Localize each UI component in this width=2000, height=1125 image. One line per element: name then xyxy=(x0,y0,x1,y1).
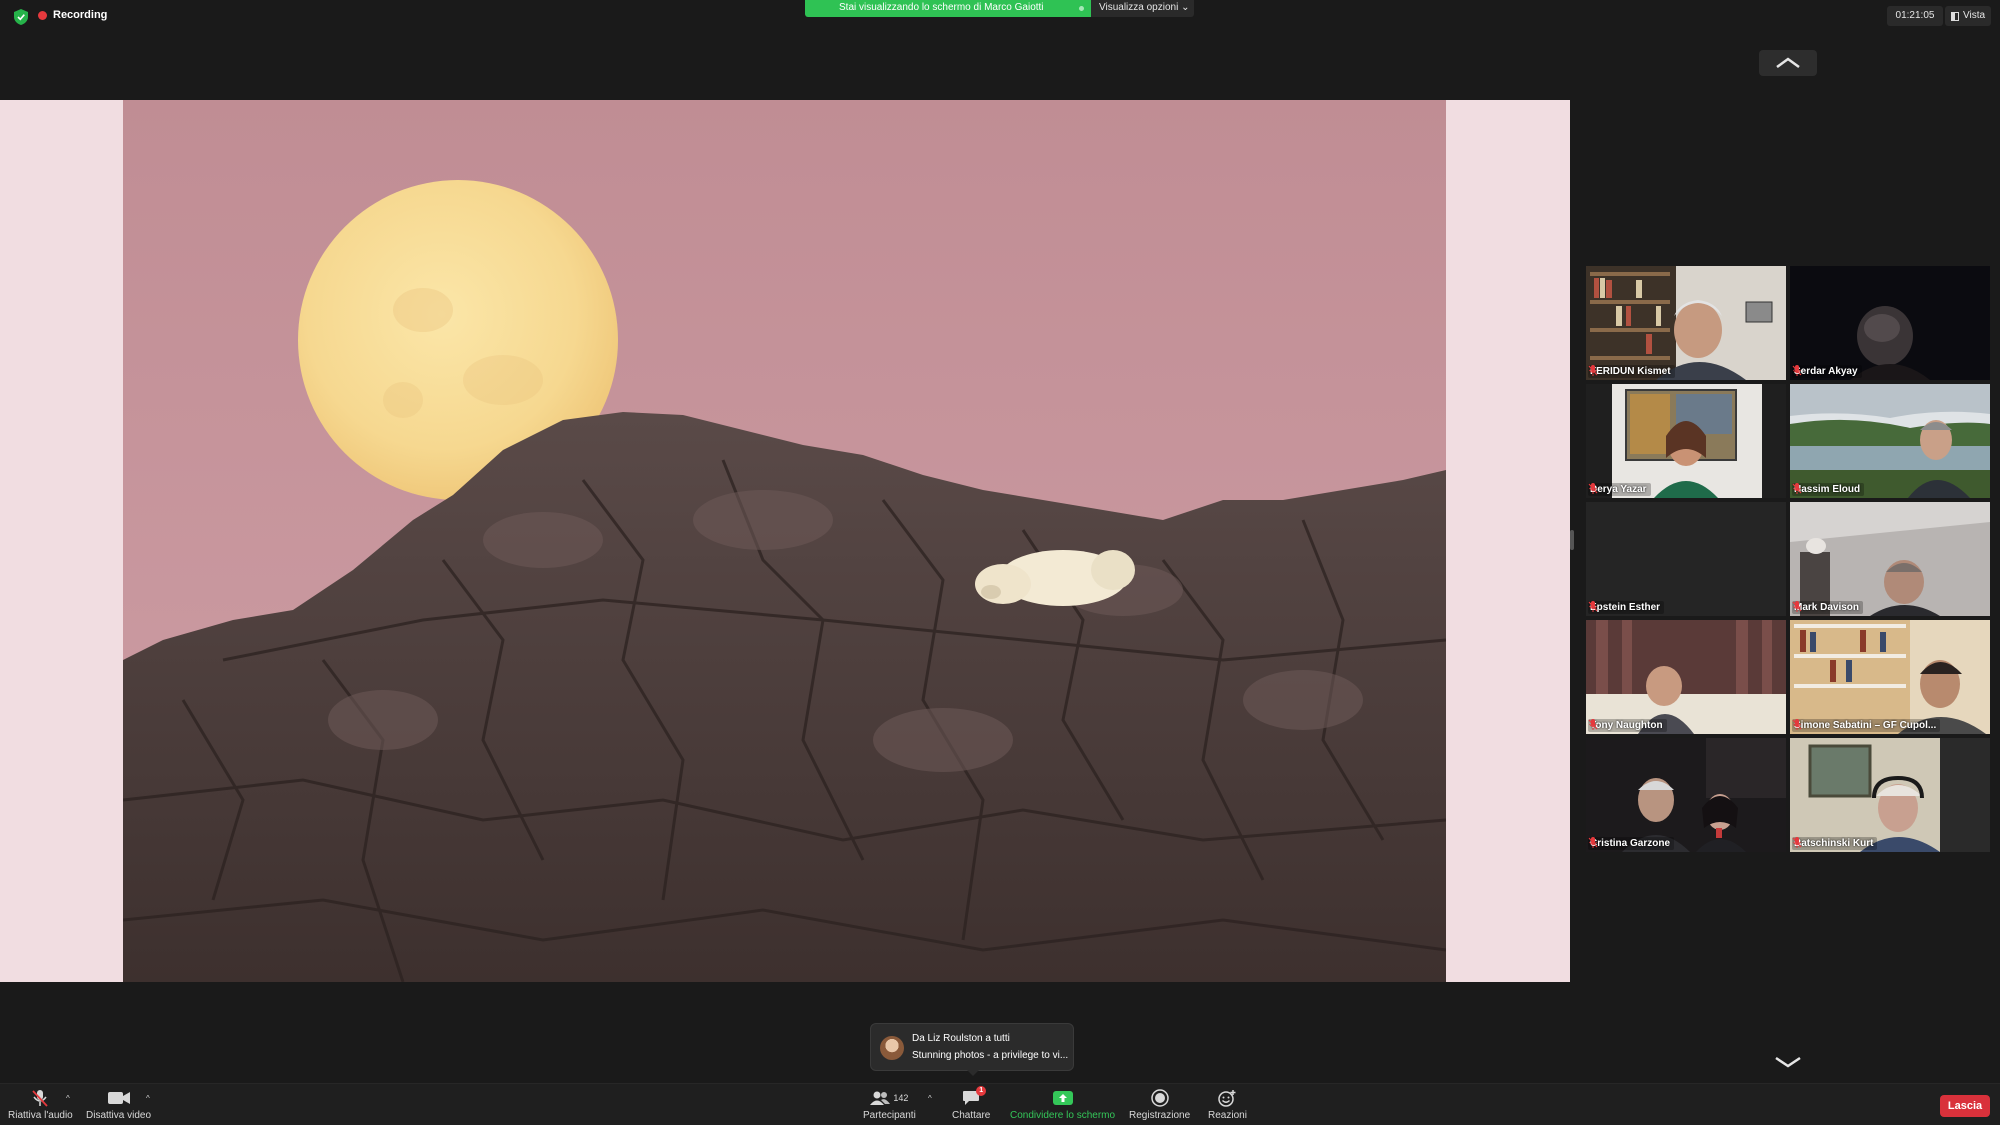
smiley-add-icon xyxy=(1218,1090,1236,1107)
mic-muted-icon xyxy=(1792,837,1802,848)
mic-muted-icon xyxy=(1792,719,1802,730)
video-feed xyxy=(1790,620,1990,734)
photo-illustration xyxy=(123,100,1446,982)
share-status-icon xyxy=(1077,4,1086,13)
video-options-caret-icon[interactable]: ^ xyxy=(146,1094,150,1103)
chevron-down-icon xyxy=(1775,1056,1801,1068)
gallery-page-up-button[interactable] xyxy=(1759,50,1817,76)
participant-name: Serdar Akyay xyxy=(1792,365,1862,378)
stop-video-label: Disattiva video xyxy=(86,1110,152,1121)
participant-tile[interactable]: Simone Sabatini – GF Cupol... xyxy=(1790,620,1990,734)
mic-muted-icon xyxy=(1588,365,1598,376)
panel-resize-handle[interactable] xyxy=(1570,530,1574,550)
participant-tile[interactable]: Cristina Garzone xyxy=(1586,738,1786,852)
record-button[interactable]: Registrazione xyxy=(1129,1089,1190,1123)
mic-muted-icon xyxy=(1588,601,1598,612)
mic-muted-icon xyxy=(1792,601,1802,612)
video-feed xyxy=(1790,384,1990,498)
chat-sender: Da Liz Roulston a tutti xyxy=(912,1033,1010,1044)
participants-icon xyxy=(870,1091,891,1105)
screen-share-banner: Stai visualizzando lo schermo di Marco G… xyxy=(805,0,1091,17)
participant-name: Simone Sabatini – GF Cupol... xyxy=(1792,719,1941,732)
participant-tile[interactable]: Epstein Esther xyxy=(1586,502,1786,616)
video-camera-icon xyxy=(107,1092,130,1104)
video-feed xyxy=(1586,384,1786,498)
participant-tile[interactable]: FERIDUN Kismet xyxy=(1586,266,1786,380)
participant-tile[interactable]: Batschinski Kurt xyxy=(1790,738,1990,852)
video-feed xyxy=(1790,738,1990,852)
participant-name: Derya Yazar xyxy=(1588,483,1651,496)
participants-count: 142 xyxy=(893,1093,909,1103)
chat-button[interactable]: 1 Chattare xyxy=(952,1086,991,1123)
avatar xyxy=(880,1036,904,1060)
record-icon xyxy=(1150,1089,1169,1107)
participant-name: Mark Davison xyxy=(1792,601,1864,614)
leave-button[interactable]: Lascia xyxy=(1940,1095,1990,1117)
view-button[interactable]: Vista xyxy=(1945,6,1991,26)
view-label: Vista xyxy=(1963,10,1986,21)
unmute-label: Riattiva l'audio xyxy=(8,1110,73,1121)
participant-tile[interactable]: Tony Naughton xyxy=(1586,620,1786,734)
stop-video-button[interactable]: Disattiva video xyxy=(86,1089,151,1123)
participant-name: FERIDUN Kismet xyxy=(1588,365,1675,378)
video-feed xyxy=(1790,266,1990,380)
top-bar: Recording Stai visualizzando lo schermo … xyxy=(0,0,2000,34)
video-feed xyxy=(1790,502,1990,616)
share-screen-icon xyxy=(1052,1091,1073,1105)
chat-label: Chattare xyxy=(952,1110,991,1121)
participants-options-caret-icon[interactable]: ^ xyxy=(928,1094,932,1103)
recording-indicator[interactable]: Recording xyxy=(38,9,107,21)
mic-muted-icon xyxy=(1792,483,1802,494)
participants-label: Partecipanti xyxy=(863,1110,916,1121)
participant-name: Epstein Esther xyxy=(1588,601,1665,614)
shared-screen xyxy=(0,100,1570,982)
screen-share-banner-text: Stai visualizzando lo schermo di Marco G… xyxy=(839,2,1044,13)
participant-name: Cristina Garzone xyxy=(1588,837,1675,850)
participant-tile[interactable]: Derya Yazar xyxy=(1586,384,1786,498)
participant-tile[interactable]: Mark Davison xyxy=(1790,502,1990,616)
participant-name: Batschinski Kurt xyxy=(1792,837,1878,850)
reactions-label: Reazioni xyxy=(1208,1110,1247,1121)
chevron-up-icon xyxy=(1776,57,1800,69)
recording-dot-icon xyxy=(38,10,47,20)
mic-muted-icon xyxy=(32,1090,49,1107)
unmute-button[interactable]: Riattiva l'audio xyxy=(8,1089,73,1123)
video-feed xyxy=(1586,620,1786,734)
recording-label: Recording xyxy=(53,9,108,21)
participant-tile[interactable]: Serdar Akyay xyxy=(1790,266,1990,380)
chat-notification[interactable]: Da Liz Roulston a tutti Stunning photos … xyxy=(870,1023,1074,1076)
meeting-toolbar: Riattiva l'audio ^ Disattiva video ^ 142… xyxy=(0,1083,2000,1125)
chat-unread-badge: 1 xyxy=(976,1086,987,1096)
mic-muted-icon xyxy=(1588,483,1598,494)
participant-name: Nassim Eloud xyxy=(1792,483,1865,496)
video-feed xyxy=(1586,266,1786,380)
record-label: Registrazione xyxy=(1129,1110,1191,1121)
view-options-dropdown[interactable]: Visualizza opzioni ⌄ xyxy=(1091,0,1194,17)
shared-photo-moon-polar-bear xyxy=(123,100,1446,982)
security-shield-icon[interactable] xyxy=(14,9,28,25)
participant-tile[interactable]: Nassim Eloud xyxy=(1790,384,1990,498)
share-screen-button[interactable]: Condividere lo schermo xyxy=(1010,1089,1115,1123)
audio-options-caret-icon[interactable]: ^ xyxy=(66,1094,70,1103)
view-grid-icon xyxy=(1951,11,1959,21)
chat-message-preview: Stunning photos - a privilege to vi... xyxy=(912,1050,1069,1061)
video-feed xyxy=(1586,738,1786,852)
mic-muted-icon xyxy=(1792,365,1802,376)
meeting-timer: 01:21:05 xyxy=(1887,6,1943,26)
share-screen-label: Condividere lo schermo xyxy=(1010,1110,1116,1121)
participant-name: Tony Naughton xyxy=(1588,719,1667,732)
mic-muted-icon xyxy=(1588,719,1598,730)
mic-muted-icon xyxy=(1588,837,1598,848)
gallery-page-down-button[interactable] xyxy=(1772,1052,1804,1072)
reactions-button[interactable]: Reazioni xyxy=(1208,1089,1247,1123)
participants-button[interactable]: 142 Partecipanti xyxy=(863,1089,916,1123)
